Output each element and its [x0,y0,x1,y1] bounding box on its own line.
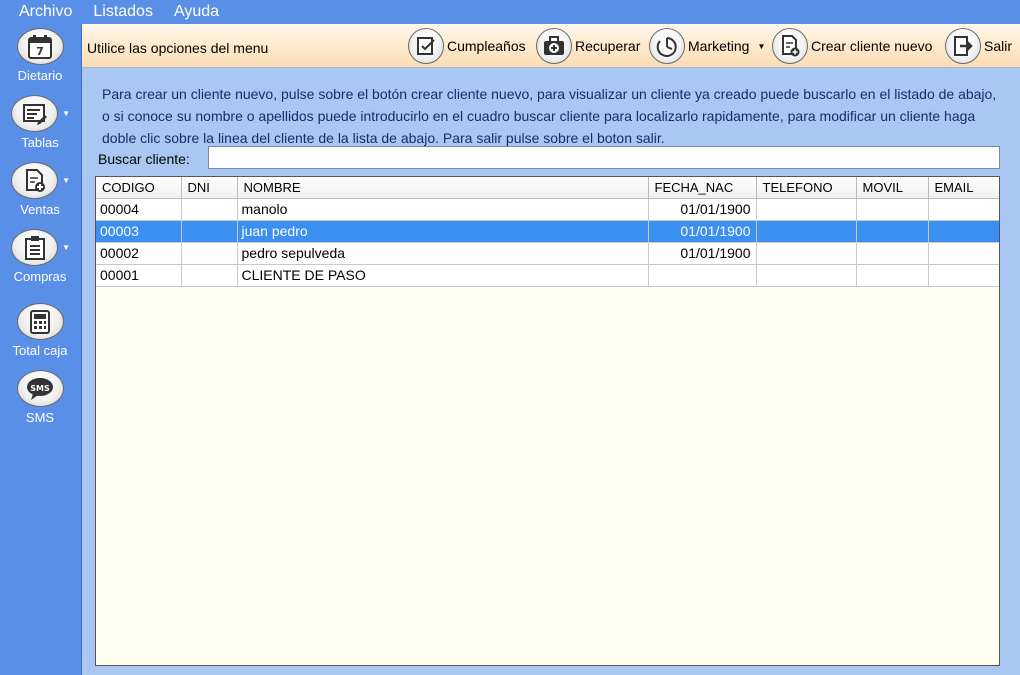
cell-telefono [756,198,857,221]
grid-header: CODIGO DNI NOMBRE FECHA_NAC TELEFONO MOV… [96,177,999,199]
cell-nombre: pedro sepulveda [237,242,649,265]
sidebar-item-compras[interactable]: ▼ Compras [0,229,80,284]
cell-movil [856,242,929,265]
svg-text:7: 7 [36,45,44,58]
cell-movil [856,198,929,221]
column-header-email[interactable]: EMAIL [928,177,999,199]
main-panel: Utilice las opciones del menu Cumpleaños [82,24,1020,675]
column-header-telefono[interactable]: TELEFONO [756,177,857,199]
cell-fecha-nac: 01/01/1900 [648,242,757,265]
first-aid-icon [536,28,572,64]
cell-fecha-nac: 01/01/1900 [648,220,757,243]
sidebar-label-ventas: Ventas [20,202,60,217]
marketing-label: Marketing [688,38,750,54]
column-header-fecha-nac[interactable]: FECHA_NAC [648,177,757,199]
calendar-icon[interactable]: 7 [16,28,64,65]
cell-dni [181,242,238,265]
column-header-dni[interactable]: DNI [181,177,238,199]
help-text: Para crear un cliente nuevo, pulse sobre… [102,86,997,146]
cell-codigo: 00004 [96,198,182,221]
sidebar-item-tablas[interactable]: ▼ Tablas [0,95,80,150]
marketing-dial-icon [649,28,685,64]
cumpleanos-label: Cumpleaños [447,38,526,54]
sidebar-label-dietario: Dietario [17,68,63,83]
salir-button[interactable]: Salir [945,27,1012,65]
cell-telefono [756,220,857,243]
birthday-note-icon [408,28,444,64]
salir-label: Salir [984,38,1013,54]
sidebar-label-sms: SMS [25,410,55,425]
table-row[interactable]: 00004 manolo 01/01/1900 [96,198,999,221]
ventas-dropdown-icon[interactable]: ▼ [62,176,70,185]
cell-fecha-nac [648,264,757,287]
cell-codigo: 00003 [96,220,182,243]
compras-dropdown-icon[interactable]: ▼ [62,243,70,252]
column-header-codigo[interactable]: CODIGO [96,177,182,199]
sidebar-item-dietario[interactable]: 7 Dietario [0,28,80,83]
column-header-nombre[interactable]: NOMBRE [237,177,649,199]
cell-nombre: manolo [237,198,649,221]
cell-dni [181,264,238,287]
cell-nombre: CLIENTE DE PASO [237,264,649,287]
table-row[interactable]: 00001 CLIENTE DE PASO [96,264,999,287]
cell-codigo: 00001 [96,264,182,287]
recuperar-button[interactable]: Recuperar [536,27,640,65]
cell-dni [181,220,238,243]
cell-movil [856,264,929,287]
toolbar: Utilice las opciones del menu Cumpleaños [82,24,1020,68]
cell-telefono [756,264,857,287]
clipboard-icon[interactable] [11,229,58,266]
recuperar-label: Recuperar [575,38,641,54]
sidebar-label-compras: Compras [13,269,67,284]
cell-email [928,264,999,287]
exit-icon [945,28,981,64]
table-row-selected[interactable]: 00003 juan pedro 01/01/1900 [96,220,999,243]
sidebar-item-ventas[interactable]: ▼ Ventas [0,162,80,217]
clients-grid[interactable]: CODIGO DNI NOMBRE FECHA_NAC TELEFONO MOV… [95,176,1000,666]
menu-archivo[interactable]: Archivo [19,3,72,21]
sms-icon[interactable]: SMS [16,370,64,407]
cell-email [928,198,999,221]
svg-text:SMS: SMS [30,384,50,393]
document-add-icon[interactable] [11,162,58,199]
table-row[interactable]: 00002 pedro sepulveda 01/01/1900 [96,242,999,265]
cell-movil [856,220,929,243]
marketing-dropdown-icon[interactable]: ▼ [757,42,765,51]
sidebar-item-sms[interactable]: SMS SMS [0,370,80,425]
cell-email [928,242,999,265]
crear-cliente-nuevo-label: Crear cliente nuevo [811,38,933,54]
sidebar-label-total-caja: Total caja [12,343,68,358]
sidebar-label-tablas: Tablas [21,135,59,150]
sidebar-item-total-caja[interactable]: Total caja [0,303,80,358]
menu-bar: Archivo Listados Ayuda [0,0,1020,24]
table-edit-icon[interactable] [11,95,58,132]
crear-cliente-nuevo-button[interactable]: Crear cliente nuevo [772,27,932,65]
search-client-input[interactable] [208,146,1000,169]
toolbar-hint: Utilice las opciones del menu [87,40,269,56]
cell-fecha-nac: 01/01/1900 [648,198,757,221]
search-label: Buscar cliente: [98,151,190,167]
tablas-dropdown-icon[interactable]: ▼ [62,109,70,118]
marketing-button[interactable]: Marketing ▼ [649,27,765,65]
column-header-movil[interactable]: MOVIL [856,177,929,199]
sidebar: 7 Dietario ▼ Tablas ▼ Ventas ▼ Compras T… [0,24,82,675]
cell-telefono [756,242,857,265]
cell-nombre: juan pedro [237,220,649,243]
cumpleanos-button[interactable]: Cumpleaños [408,27,526,65]
menu-ayuda[interactable]: Ayuda [174,3,219,21]
cell-codigo: 00002 [96,242,182,265]
cell-dni [181,198,238,221]
calculator-icon[interactable] [16,303,64,340]
menu-listados[interactable]: Listados [93,3,153,21]
cell-email [928,220,999,243]
new-client-doc-icon [772,28,808,64]
